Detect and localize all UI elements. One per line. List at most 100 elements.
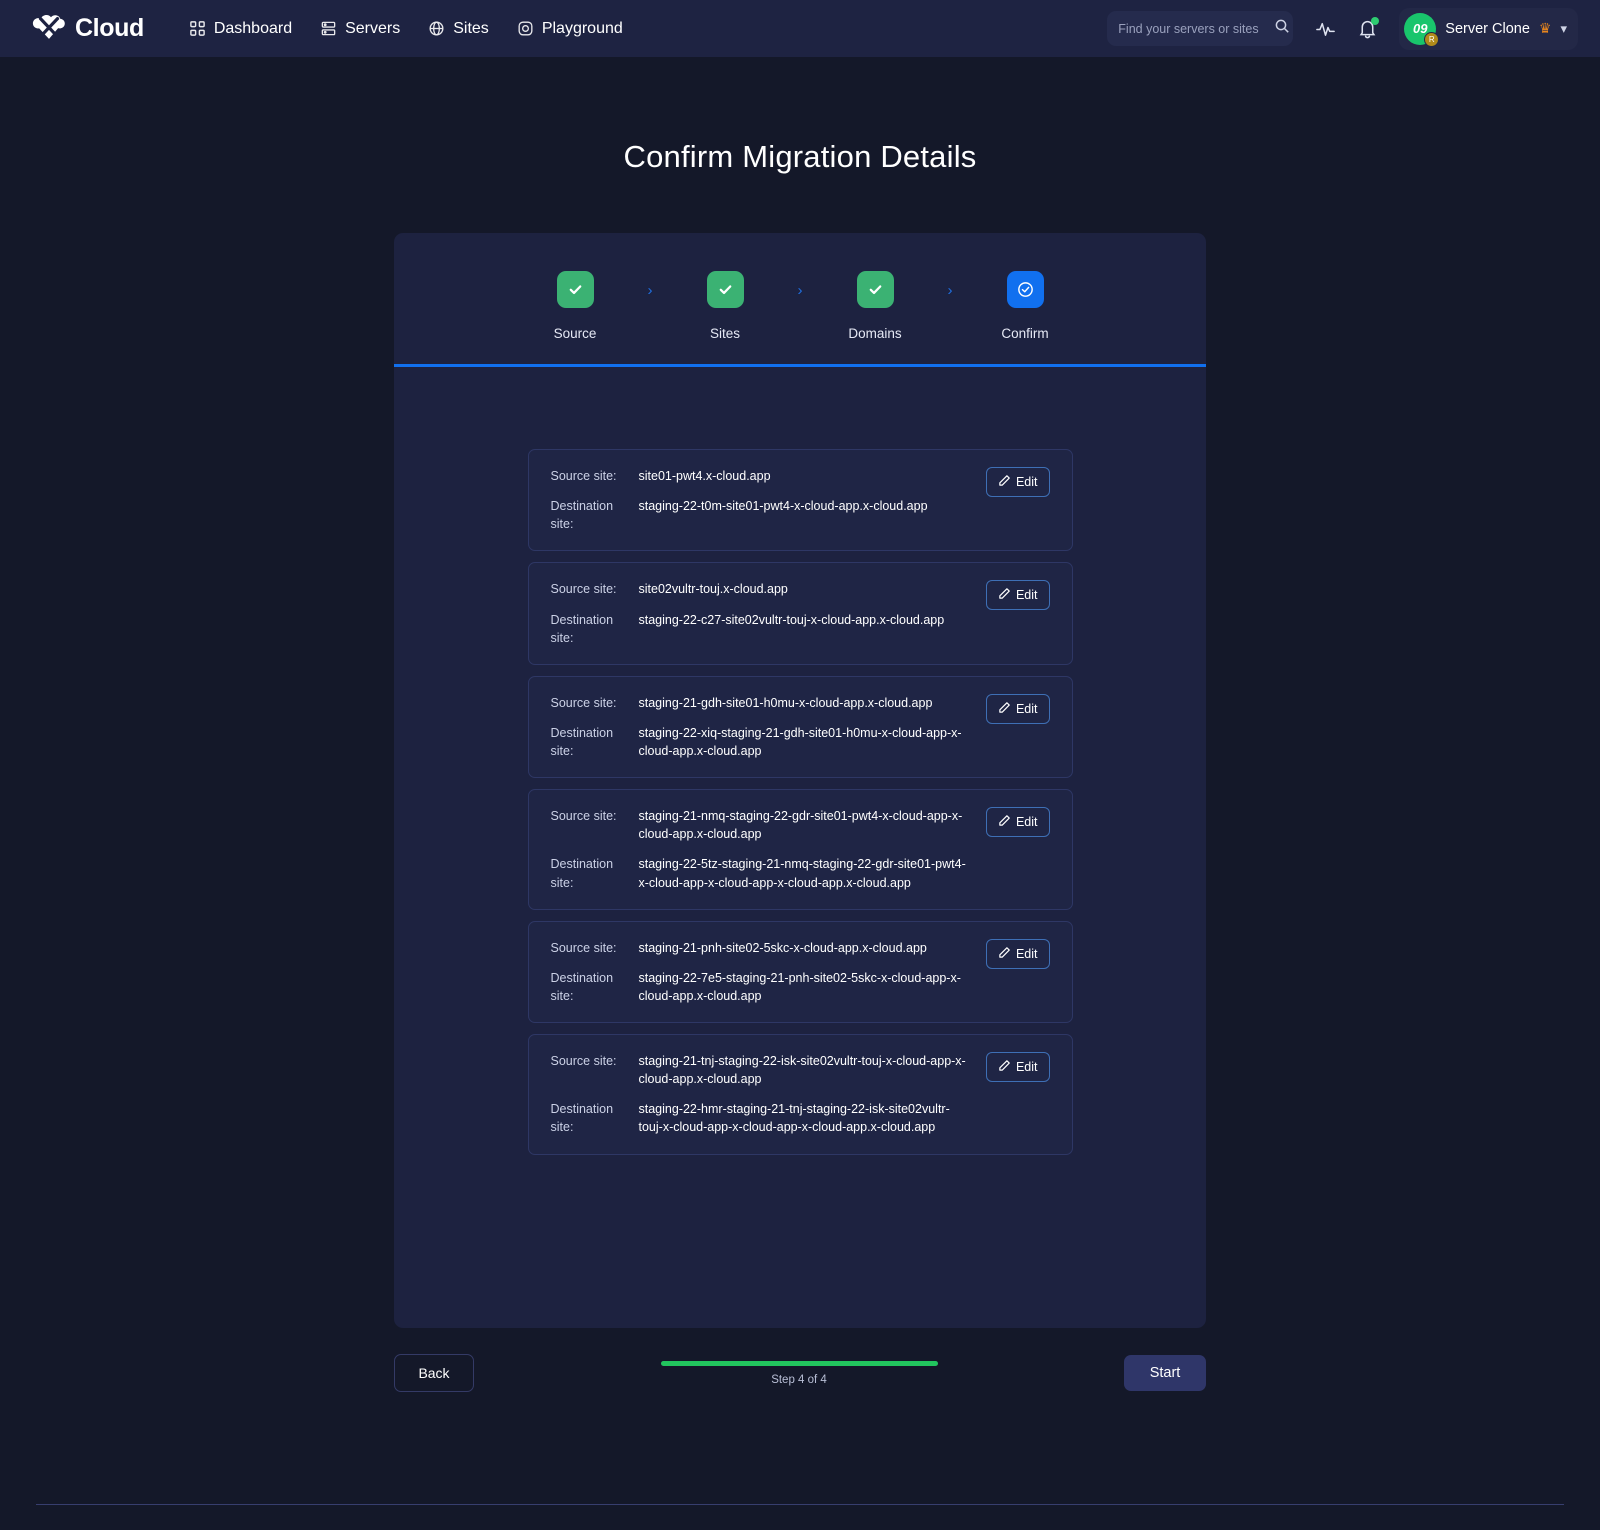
destination-site-label: Destination site: <box>551 724 639 760</box>
nav-label-servers: Servers <box>345 20 400 38</box>
destination-row: Destination site: staging-22-5tz-staging… <box>551 855 978 891</box>
source-site-value: staging-21-tnj-staging-22-isk-site02vult… <box>639 1052 974 1088</box>
page-body: Confirm Migration Details Source › Sites <box>0 139 1600 1393</box>
destination-site-label: Destination site: <box>551 1100 639 1136</box>
check-icon <box>567 281 584 298</box>
crown-icon: ♛ <box>1539 20 1552 37</box>
chevron-down-icon[interactable]: ▾ <box>1560 21 1567 37</box>
edit-button[interactable]: Edit <box>986 467 1050 497</box>
pencil-edit-icon <box>998 474 1011 490</box>
source-row: Source site: site01-pwt4.x-cloud.app <box>551 467 978 485</box>
pencil-edit-icon <box>998 587 1011 603</box>
playground-icon <box>517 20 534 37</box>
step-label-confirm: Confirm <box>1001 326 1048 341</box>
step-sites[interactable]: Sites <box>662 271 788 341</box>
topbar-right-tools: 09 R Server Clone ♛ ▾ <box>1107 8 1578 50</box>
step-separator-3: › <box>938 282 962 299</box>
progress-track <box>661 1361 938 1366</box>
edit-button-label: Edit <box>1016 702 1038 716</box>
source-site-label: Source site: <box>551 1052 639 1070</box>
step-confirm[interactable]: Confirm <box>962 271 1088 341</box>
nav-label-playground: Playground <box>542 20 623 38</box>
account-name: Server Clone <box>1445 21 1530 37</box>
server-rack-icon <box>320 20 337 37</box>
migration-card: Source site: staging-21-nmq-staging-22-g… <box>528 789 1073 910</box>
destination-site-label: Destination site: <box>551 969 639 1005</box>
search-icon[interactable] <box>1274 18 1290 39</box>
migration-card: Source site: site01-pwt4.x-cloud.app Des… <box>528 449 1073 551</box>
migration-card: Source site: site02vultr-touj.x-cloud.ap… <box>528 562 1073 664</box>
start-button[interactable]: Start <box>1124 1355 1206 1391</box>
bottom-divider <box>36 1504 1564 1505</box>
step-label-source: Source <box>554 326 597 341</box>
step-domains-indicator <box>857 271 894 308</box>
source-row: Source site: staging-21-nmq-staging-22-g… <box>551 807 978 843</box>
brand-logo[interactable]: Cloud <box>30 12 144 46</box>
source-row: Source site: staging-21-tnj-staging-22-i… <box>551 1052 978 1088</box>
migration-list: Source site: site01-pwt4.x-cloud.app Des… <box>394 341 1206 1155</box>
destination-site-value: staging-22-7e5-staging-21-pnh-site02-5sk… <box>639 969 974 1005</box>
cloud-x-logo-icon <box>30 12 68 46</box>
edit-button[interactable]: Edit <box>986 939 1050 969</box>
step-label-sites: Sites <box>710 326 740 341</box>
back-button[interactable]: Back <box>394 1354 474 1392</box>
nav-item-playground[interactable]: Playground <box>517 20 623 38</box>
destination-site-value: staging-22-xiq-staging-21-gdh-site01-h0m… <box>639 724 974 760</box>
source-row: Source site: staging-21-gdh-site01-h0mu-… <box>551 694 978 712</box>
account-menu[interactable]: 09 R Server Clone ♛ ▾ <box>1399 8 1578 50</box>
destination-row: Destination site: staging-22-7e5-staging… <box>551 969 978 1005</box>
source-site-value: site01-pwt4.x-cloud.app <box>639 467 771 485</box>
nav-item-sites[interactable]: Sites <box>428 20 489 38</box>
edit-button[interactable]: Edit <box>986 807 1050 837</box>
migration-card: Source site: staging-21-pnh-site02-5skc-… <box>528 921 1073 1023</box>
destination-site-label: Destination site: <box>551 497 639 533</box>
source-site-value: staging-21-nmq-staging-22-gdr-site01-pwt… <box>639 807 974 843</box>
search-box[interactable] <box>1107 11 1293 46</box>
source-site-value: site02vultr-touj.x-cloud.app <box>639 580 788 598</box>
edit-button-label: Edit <box>1016 475 1038 489</box>
edit-button[interactable]: Edit <box>986 694 1050 724</box>
migration-card: Source site: staging-21-gdh-site01-h0mu-… <box>528 676 1073 778</box>
top-navigation-bar: Cloud Dashboard Servers <box>0 0 1600 57</box>
edit-button-label: Edit <box>1016 588 1038 602</box>
source-site-value: staging-21-pnh-site02-5skc-x-cloud-app.x… <box>639 939 927 957</box>
pulse-activity-icon[interactable] <box>1315 18 1336 39</box>
bell-icon[interactable] <box>1358 18 1377 39</box>
progress-label: Step 4 of 4 <box>771 1374 827 1386</box>
step-confirm-indicator <box>1007 271 1044 308</box>
destination-row: Destination site: staging-22-hmr-staging… <box>551 1100 978 1136</box>
avatar: 09 R <box>1404 13 1436 45</box>
step-label-domains: Domains <box>848 326 901 341</box>
edit-button-label: Edit <box>1016 1060 1038 1074</box>
edit-button-label: Edit <box>1016 947 1038 961</box>
nav-item-dashboard[interactable]: Dashboard <box>189 20 292 38</box>
search-input[interactable] <box>1118 22 1268 36</box>
pencil-edit-icon <box>998 946 1011 962</box>
step-sites-indicator <box>707 271 744 308</box>
globe-icon <box>428 20 445 37</box>
pencil-edit-icon <box>998 701 1011 717</box>
step-source-indicator <box>557 271 594 308</box>
source-row: Source site: site02vultr-touj.x-cloud.ap… <box>551 580 978 598</box>
stepper-progress-underline <box>394 364 1206 367</box>
wizard-footer: Back Step 4 of 4 Start <box>394 1353 1206 1393</box>
edit-button-label: Edit <box>1016 815 1038 829</box>
edit-button[interactable]: Edit <box>986 580 1050 610</box>
nav-item-servers[interactable]: Servers <box>320 20 400 38</box>
check-icon <box>717 281 734 298</box>
destination-site-label: Destination site: <box>551 855 639 891</box>
step-source[interactable]: Source <box>512 271 638 341</box>
nav-label-dashboard: Dashboard <box>214 20 292 38</box>
avatar-badge: R <box>1424 32 1439 47</box>
step-domains[interactable]: Domains <box>812 271 938 341</box>
source-site-value: staging-21-gdh-site01-h0mu-x-cloud-app.x… <box>639 694 933 712</box>
primary-nav: Dashboard Servers Sites <box>189 20 623 38</box>
progress-fill <box>661 1361 938 1366</box>
wizard-stepper: Source › Sites › Domains <box>394 233 1206 341</box>
check-icon <box>867 281 884 298</box>
edit-button[interactable]: Edit <box>986 1052 1050 1082</box>
migration-wizard-panel: Source › Sites › Domains <box>394 233 1206 1328</box>
brand-logo-text: Cloud <box>75 14 144 43</box>
destination-site-label: Destination site: <box>551 611 639 647</box>
source-row: Source site: staging-21-pnh-site02-5skc-… <box>551 939 978 957</box>
